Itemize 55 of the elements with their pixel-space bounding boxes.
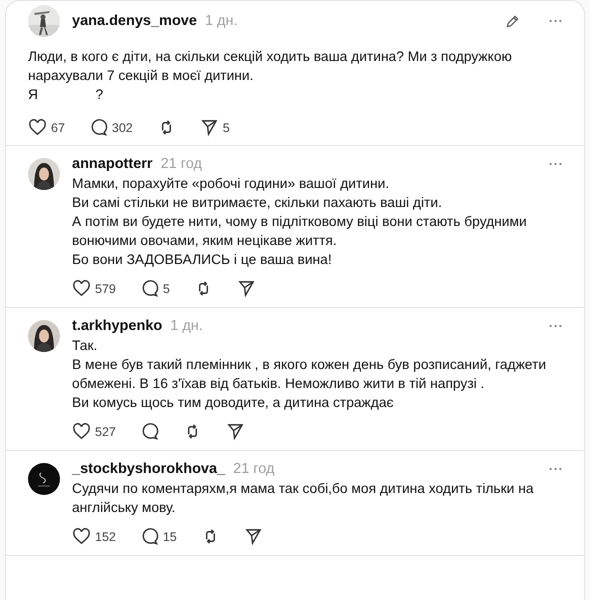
comment-text: А потім ви будете нити, чому в підлітковому віці вони стають брудними вонючими овочами, яким нецікаве життя. bbox=[72, 213, 528, 250]
post-text: Я ? bbox=[28, 86, 104, 104]
send-icon bbox=[200, 118, 219, 137]
speech-bubble-icon bbox=[140, 279, 159, 298]
comment-text: Судячи по коментаряхм,я мама так собі,бо моя дитина ходить тільки на англійську мову. bbox=[72, 480, 534, 517]
timestamp: 1 дн. bbox=[204, 13, 238, 29]
comment-text: Бо вони ЗАДОВБАЛИСЬ і це ваша вина! bbox=[72, 251, 333, 269]
username[interactable]: t.arkhypenko bbox=[72, 318, 162, 334]
send-icon bbox=[236, 279, 256, 298]
heart-icon bbox=[72, 279, 91, 298]
timestamp: 21 год bbox=[160, 156, 202, 172]
reply-count: 5 bbox=[162, 282, 170, 296]
share-count: 5 bbox=[222, 120, 230, 134]
reply-button[interactable] bbox=[140, 422, 159, 441]
more-icon[interactable] bbox=[549, 467, 562, 471]
share-button[interactable] bbox=[244, 527, 263, 546]
like-count: 152 bbox=[95, 530, 116, 544]
reply-button[interactable]: 15 bbox=[140, 527, 177, 546]
logo-avatar-icon bbox=[28, 463, 60, 495]
share-button[interactable]: 5 bbox=[200, 118, 230, 137]
username[interactable]: yana.denys_move bbox=[72, 13, 197, 29]
post-text: Люди, в кого є діти, на скільки секцій ходить ваша дитина? Ми з подружкою нарахували 7 секцій в моєї дитини. bbox=[28, 48, 513, 85]
like-count: 67 bbox=[51, 120, 65, 134]
like-button[interactable]: 527 bbox=[72, 422, 116, 441]
like-count: 579 bbox=[95, 282, 116, 296]
send-icon bbox=[244, 527, 263, 546]
heart-icon bbox=[28, 118, 47, 137]
share-button[interactable] bbox=[226, 422, 245, 441]
timestamp: 1 дн. bbox=[170, 318, 203, 334]
share-button[interactable] bbox=[236, 279, 256, 298]
speech-bubble-icon bbox=[88, 118, 108, 137]
comment-text: Так. bbox=[72, 337, 98, 355]
more-icon[interactable] bbox=[549, 324, 562, 328]
heart-icon bbox=[72, 422, 91, 441]
timestamp: 21 год bbox=[233, 461, 274, 477]
reply-count: 302 bbox=[112, 120, 133, 134]
reply-button[interactable]: 302 bbox=[88, 118, 133, 137]
like-button[interactable]: 152 bbox=[72, 527, 116, 546]
reply-button[interactable]: 5 bbox=[140, 279, 170, 298]
comment-text: Ви комусь щось тим доводите, а дитина страждає bbox=[72, 394, 395, 412]
send-icon bbox=[226, 422, 245, 441]
reply-count: 15 bbox=[162, 530, 177, 544]
more-icon[interactable] bbox=[549, 19, 562, 23]
speech-bubble-icon bbox=[140, 527, 159, 546]
like-button[interactable]: 579 bbox=[72, 279, 116, 298]
heart-icon bbox=[72, 527, 91, 546]
like-count: 527 bbox=[95, 424, 116, 438]
comment-text: Ви самі стільки не витримаєте, скільки пахають ваші діти. bbox=[72, 194, 443, 212]
like-button[interactable]: 67 bbox=[28, 118, 65, 137]
speech-bubble-icon bbox=[140, 422, 159, 441]
comment-text: В мене був такий племінник , в якого кожен день був розписаний, гаджети обмежені. В 16 з'їхав від батьків. Неможливо жити в тій напрузі . bbox=[72, 356, 548, 393]
comment-text: Мамки, порахуйте «робочі години» вашої дитини. bbox=[72, 175, 390, 193]
more-icon[interactable] bbox=[549, 162, 562, 166]
username[interactable]: _stockbyshorokhova_ bbox=[72, 461, 226, 477]
username[interactable]: annapotterr bbox=[72, 156, 153, 172]
